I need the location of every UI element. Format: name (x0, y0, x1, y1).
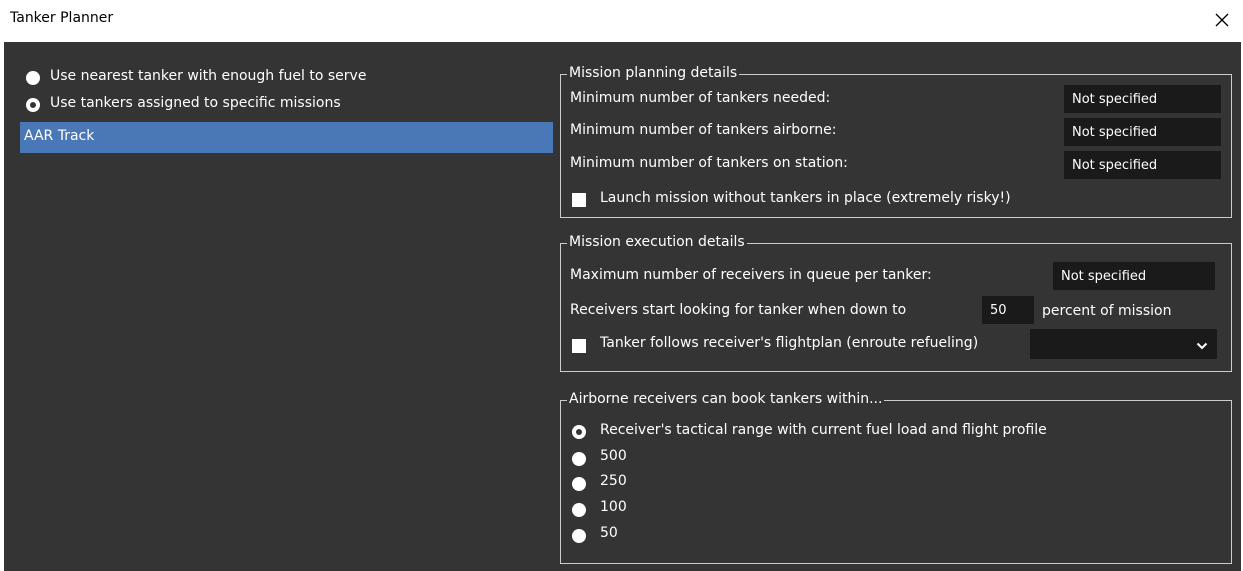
start-looking-suffix-label: percent of mission (1042, 303, 1172, 319)
follows-flightplan-checkbox[interactable] (572, 339, 586, 353)
booking-radio-100[interactable] (572, 503, 586, 517)
booking-option-label[interactable]: 50 (600, 525, 618, 541)
radio-nearest-tanker-label[interactable]: Use nearest tanker with enough fuel to s… (50, 68, 366, 84)
radio-assigned-tankers[interactable] (26, 98, 40, 112)
start-looking-label: Receivers start looking for tanker when … (570, 302, 907, 318)
mission-list-item[interactable]: AAR Track (20, 122, 553, 153)
chevron-down-icon (1196, 342, 1208, 350)
max-receivers-queue-field[interactable]: Not specified (1053, 262, 1215, 290)
booking-radio-tactical-range[interactable] (572, 425, 586, 439)
booking-option-label[interactable]: 500 (600, 448, 627, 464)
booking-option-label[interactable]: 100 (600, 499, 627, 515)
booking-radio-500[interactable] (572, 452, 586, 466)
mission-list-item-label: AAR Track (24, 128, 95, 144)
close-button[interactable] (1208, 6, 1236, 34)
booking-radio-50[interactable] (572, 529, 586, 543)
window-title: Tanker Planner (10, 10, 114, 26)
follows-flightplan-label[interactable]: Tanker follows receiver's flightplan (en… (600, 335, 978, 351)
mission-execution-legend: Mission execution details (567, 234, 747, 250)
booking-option-label[interactable]: Receiver's tactical range with current f… (600, 422, 1047, 438)
flightplan-dropdown[interactable] (1030, 329, 1217, 359)
title-bar: Tanker Planner (0, 0, 1243, 42)
dialog-content: Use nearest tanker with enough fuel to s… (4, 42, 1241, 571)
min-tankers-needed-field[interactable]: Not specified (1064, 85, 1221, 113)
min-tankers-airborne-field[interactable]: Not specified (1064, 118, 1221, 146)
booking-radio-250[interactable] (572, 477, 586, 491)
min-tankers-on-station-label: Minimum number of tankers on station: (570, 155, 848, 171)
mission-planning-legend: Mission planning details (567, 65, 740, 81)
max-receivers-queue-label: Maximum number of receivers in queue per… (570, 267, 932, 283)
min-tankers-on-station-field[interactable]: Not specified (1064, 151, 1221, 179)
close-icon (1215, 13, 1229, 27)
radio-assigned-tankers-label[interactable]: Use tankers assigned to specific mission… (50, 95, 341, 111)
min-tankers-needed-label: Minimum number of tankers needed: (570, 90, 831, 106)
booking-range-legend: Airborne receivers can book tankers with… (567, 391, 885, 407)
min-tankers-airborne-label: Minimum number of tankers airborne: (570, 122, 837, 138)
radio-nearest-tanker[interactable] (26, 71, 40, 85)
booking-option-label[interactable]: 250 (600, 473, 627, 489)
launch-without-tankers-checkbox[interactable] (572, 193, 586, 207)
start-looking-percent-field[interactable]: 50 (982, 296, 1034, 324)
launch-without-tankers-label[interactable]: Launch mission without tankers in place … (600, 190, 1011, 206)
